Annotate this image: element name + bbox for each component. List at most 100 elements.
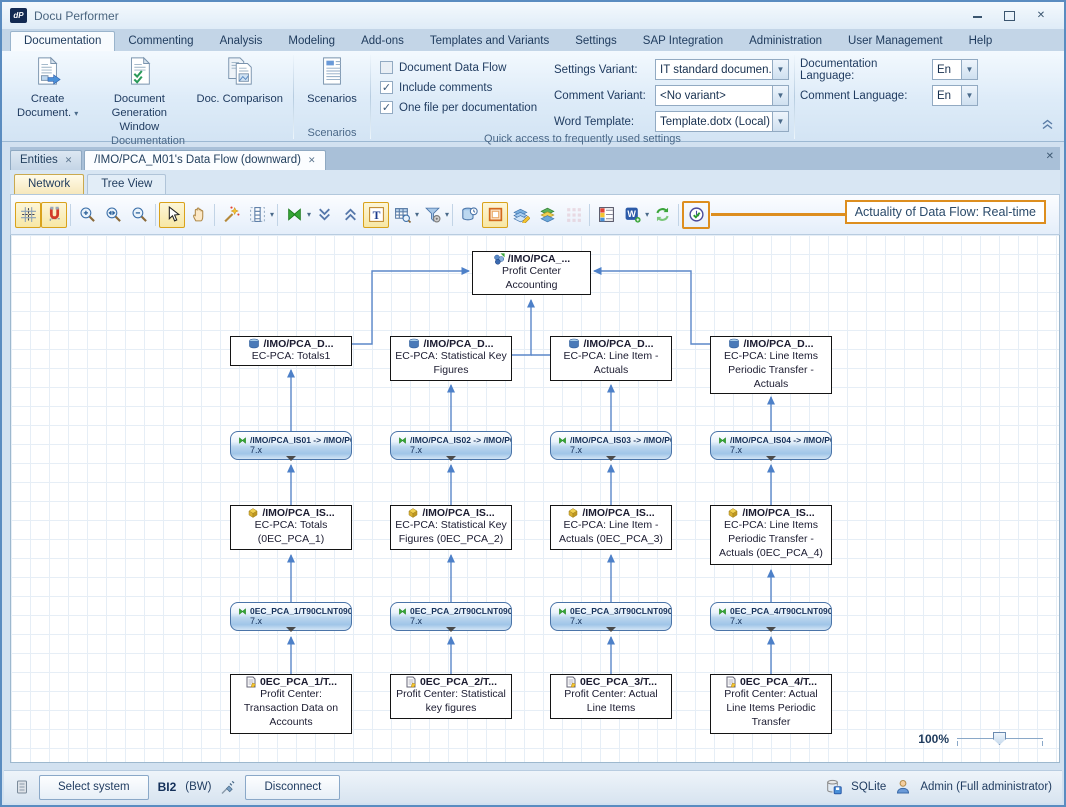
tab-data-flow[interactable]: /IMO/PCA_M01's Data Flow (downward) ✕ bbox=[84, 150, 325, 170]
collapse-handle[interactable] bbox=[446, 627, 456, 632]
tab-entities[interactable]: Entities ✕ bbox=[10, 150, 82, 170]
diagram-node-datasource[interactable]: 0EC_PCA_3/T... Profit Center: Actual Lin… bbox=[550, 674, 672, 719]
checkbox-box[interactable] bbox=[380, 61, 393, 74]
checkbox-box[interactable]: ✓ bbox=[380, 101, 393, 114]
diagram-node-transformation[interactable]: /IMO/PCA_IS02 -> /IMO/PCA... 7.x bbox=[390, 431, 512, 460]
ribbon-tab-user-management[interactable]: User Management bbox=[835, 32, 956, 51]
zoom-custom-button[interactable] bbox=[100, 202, 126, 228]
edit-layers-button[interactable] bbox=[508, 202, 534, 228]
collapse-handle[interactable] bbox=[766, 627, 776, 632]
chevron-down-icon[interactable]: ▼ bbox=[962, 85, 978, 106]
ribbon-tab-commenting[interactable]: Commenting bbox=[115, 32, 206, 51]
checkbox-box[interactable]: ✓ bbox=[380, 81, 393, 94]
select-system-button[interactable]: Select system bbox=[39, 775, 149, 800]
collapse-handle[interactable] bbox=[286, 456, 296, 461]
dropdown-caret-icon[interactable]: ▾ bbox=[270, 210, 274, 219]
diagram-node-datasource[interactable]: 0EC_PCA_1/T... Profit Center: Transactio… bbox=[230, 674, 352, 734]
actuality-clock-button[interactable] bbox=[682, 201, 710, 229]
zoom-slider-thumb[interactable] bbox=[993, 732, 1006, 745]
expand-all-button[interactable] bbox=[311, 202, 337, 228]
ribbon-tab-settings[interactable]: Settings bbox=[562, 32, 630, 51]
ribbon-tab-documentation[interactable]: Documentation bbox=[10, 31, 115, 51]
diagram-node-transformation[interactable]: 0EC_PCA_1/T90CLNT090 -> /I... 7.x bbox=[230, 602, 352, 631]
ribbon-tab-help[interactable]: Help bbox=[956, 32, 1006, 51]
diagram-node-infosource[interactable]: /IMO/PCA_IS... EC-PCA: Statistical Key F… bbox=[390, 505, 512, 550]
database-label[interactable]: SQLite bbox=[851, 781, 886, 793]
transformations-button[interactable] bbox=[281, 202, 307, 228]
diagram-node-infosource[interactable]: /IMO/PCA_IS... EC-PCA: Totals (0EC_PCA_1… bbox=[230, 505, 352, 550]
table-view-button[interactable] bbox=[389, 202, 415, 228]
ribbon-tab-modeling[interactable]: Modeling bbox=[275, 32, 348, 51]
diagram-node-infosource[interactable]: /IMO/PCA_IS... EC-PCA: Line Item - Actua… bbox=[550, 505, 672, 550]
collapse-handle[interactable] bbox=[286, 627, 296, 632]
filter-button[interactable] bbox=[419, 202, 445, 228]
checkbox-one-file-per-documentation[interactable]: ✓ One file per documentation bbox=[380, 101, 548, 114]
zoom-in-button[interactable] bbox=[74, 202, 100, 228]
dataflow-canvas[interactable]: /IMO/PCA_... Profit Center Accounting /I… bbox=[10, 235, 1060, 763]
legend-button[interactable] bbox=[593, 202, 619, 228]
close-tab-icon[interactable]: ✕ bbox=[65, 155, 73, 166]
diagram-node-transformation[interactable]: /IMO/PCA_IS03 -> /IMO/PCA... 7.x bbox=[550, 431, 672, 460]
collapse-handle[interactable] bbox=[766, 456, 776, 461]
snapshot-button[interactable] bbox=[456, 202, 482, 228]
collapse-handle[interactable] bbox=[446, 456, 456, 461]
chevron-down-icon[interactable]: ▼ bbox=[773, 85, 789, 106]
disconnect-button[interactable]: Disconnect bbox=[245, 775, 340, 800]
layers-button[interactable] bbox=[534, 202, 560, 228]
frame-button[interactable] bbox=[482, 202, 508, 228]
minimize-button[interactable] bbox=[968, 9, 986, 23]
diagram-node-datasource[interactable]: 0EC_PCA_4/T... Profit Center: Actual Lin… bbox=[710, 674, 832, 734]
diagram-node-infoprovider[interactable]: /IMO/PCA_D... EC-PCA: Line Item - Actual… bbox=[550, 336, 672, 381]
documentation-language-select[interactable]: En bbox=[932, 59, 962, 80]
diagram-node-transformation[interactable]: /IMO/PCA_IS01 -> /IMO/PCA... 7.x bbox=[230, 431, 352, 460]
scenarios-button[interactable]: Scenarios bbox=[299, 53, 365, 106]
tab-tree-view[interactable]: Tree View bbox=[87, 174, 166, 194]
show-text-button[interactable]: T bbox=[363, 202, 389, 228]
comment-language-select[interactable]: En bbox=[932, 85, 962, 106]
diagram-node-multiprovider[interactable]: /IMO/PCA_... Profit Center Accounting bbox=[472, 251, 591, 295]
collapse-handle[interactable] bbox=[606, 456, 616, 461]
diagram-node-transformation[interactable]: /IMO/PCA_IS04 -> /IMO/PCA... 7.x bbox=[710, 431, 832, 460]
ribbon-tab-sap-integration[interactable]: SAP Integration bbox=[630, 32, 736, 51]
pan-tool-button[interactable] bbox=[185, 202, 211, 228]
word-template-select[interactable]: Template.dotx (Local) bbox=[655, 111, 773, 132]
ribbon-tab-administration[interactable]: Administration bbox=[736, 32, 835, 51]
ribbon-tab-addons[interactable]: Add-ons bbox=[348, 32, 417, 51]
collapse-all-button[interactable] bbox=[337, 202, 363, 228]
auto-layout-button[interactable] bbox=[218, 202, 244, 228]
chevron-down-icon[interactable]: ▼ bbox=[962, 59, 978, 80]
refresh-button[interactable] bbox=[649, 202, 675, 228]
diagram-node-infoprovider[interactable]: /IMO/PCA_D... EC-PCA: Statistical Key Fi… bbox=[390, 336, 512, 381]
ribbon-tab-templates[interactable]: Templates and Variants bbox=[417, 32, 562, 51]
create-document-button[interactable]: Create Document. ▾ bbox=[8, 53, 87, 120]
collapse-handle[interactable] bbox=[606, 627, 616, 632]
pointer-tool-button[interactable] bbox=[159, 202, 185, 228]
snap-grid-button[interactable] bbox=[15, 202, 41, 228]
diagram-node-infoprovider[interactable]: /IMO/PCA_D... EC-PCA: Totals1 bbox=[230, 336, 352, 366]
chevron-down-icon[interactable]: ▼ bbox=[773, 111, 789, 132]
collapse-ribbon-button[interactable] bbox=[1041, 117, 1054, 135]
checkbox-document-data-flow[interactable]: Document Data Flow bbox=[380, 61, 548, 74]
close-button[interactable]: ✕ bbox=[1032, 9, 1050, 23]
user-label[interactable]: Admin (Full administrator) bbox=[920, 781, 1052, 793]
close-pane-button[interactable]: ✕ bbox=[1046, 151, 1054, 162]
dropdown-caret-icon[interactable]: ▾ bbox=[445, 210, 449, 219]
diagram-node-datasource[interactable]: 0EC_PCA_2/T... Profit Center: Statistica… bbox=[390, 674, 512, 719]
zoom-slider[interactable] bbox=[957, 732, 1043, 746]
doc-comparison-button[interactable]: Doc. Comparison bbox=[191, 53, 288, 106]
diagram-node-infosource[interactable]: /IMO/PCA_IS... EC-PCA: Line Items Period… bbox=[710, 505, 832, 565]
tab-network[interactable]: Network bbox=[14, 174, 84, 194]
diagram-node-transformation[interactable]: 0EC_PCA_2/T90CLNT090 -> /I... 7.x bbox=[390, 602, 512, 631]
vertical-layout-button[interactable] bbox=[244, 202, 270, 228]
comment-variant-select[interactable]: <No variant> bbox=[655, 85, 773, 106]
diagram-node-transformation[interactable]: 0EC_PCA_3/T90CLNT090 -> /I... 7.x bbox=[550, 602, 672, 631]
diagram-node-infoprovider[interactable]: /IMO/PCA_D... EC-PCA: Line Items Periodi… bbox=[710, 336, 832, 394]
word-export-button[interactable]: W bbox=[619, 202, 645, 228]
document-generation-window-button[interactable]: Document Generation Window bbox=[87, 53, 191, 134]
snap-magnet-button[interactable] bbox=[41, 202, 67, 228]
chevron-down-icon[interactable]: ▼ bbox=[773, 59, 789, 80]
checkbox-include-comments[interactable]: ✓ Include comments bbox=[380, 81, 548, 94]
zoom-out-button[interactable] bbox=[126, 202, 152, 228]
ribbon-tab-analysis[interactable]: Analysis bbox=[207, 32, 276, 51]
close-tab-icon[interactable]: ✕ bbox=[308, 155, 316, 166]
